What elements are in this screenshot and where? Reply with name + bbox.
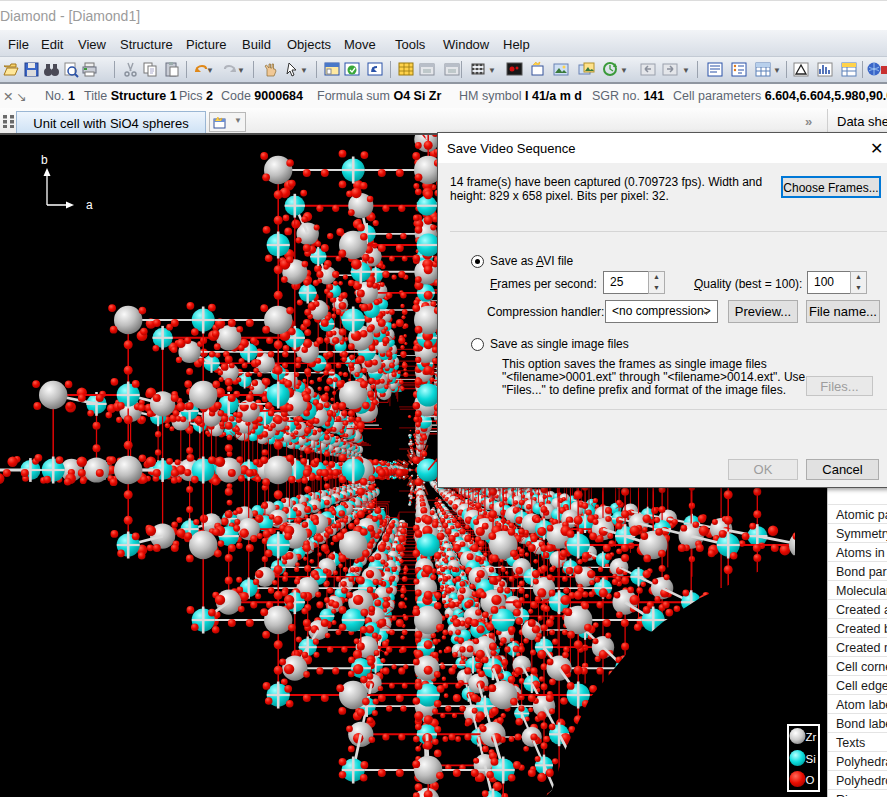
svg-text:a: a: [86, 198, 93, 212]
svg-text:b: b: [41, 153, 48, 167]
svg-text:O: O: [806, 774, 815, 786]
svg-text:Si: Si: [806, 753, 816, 765]
svg-text:Zr: Zr: [806, 731, 817, 743]
